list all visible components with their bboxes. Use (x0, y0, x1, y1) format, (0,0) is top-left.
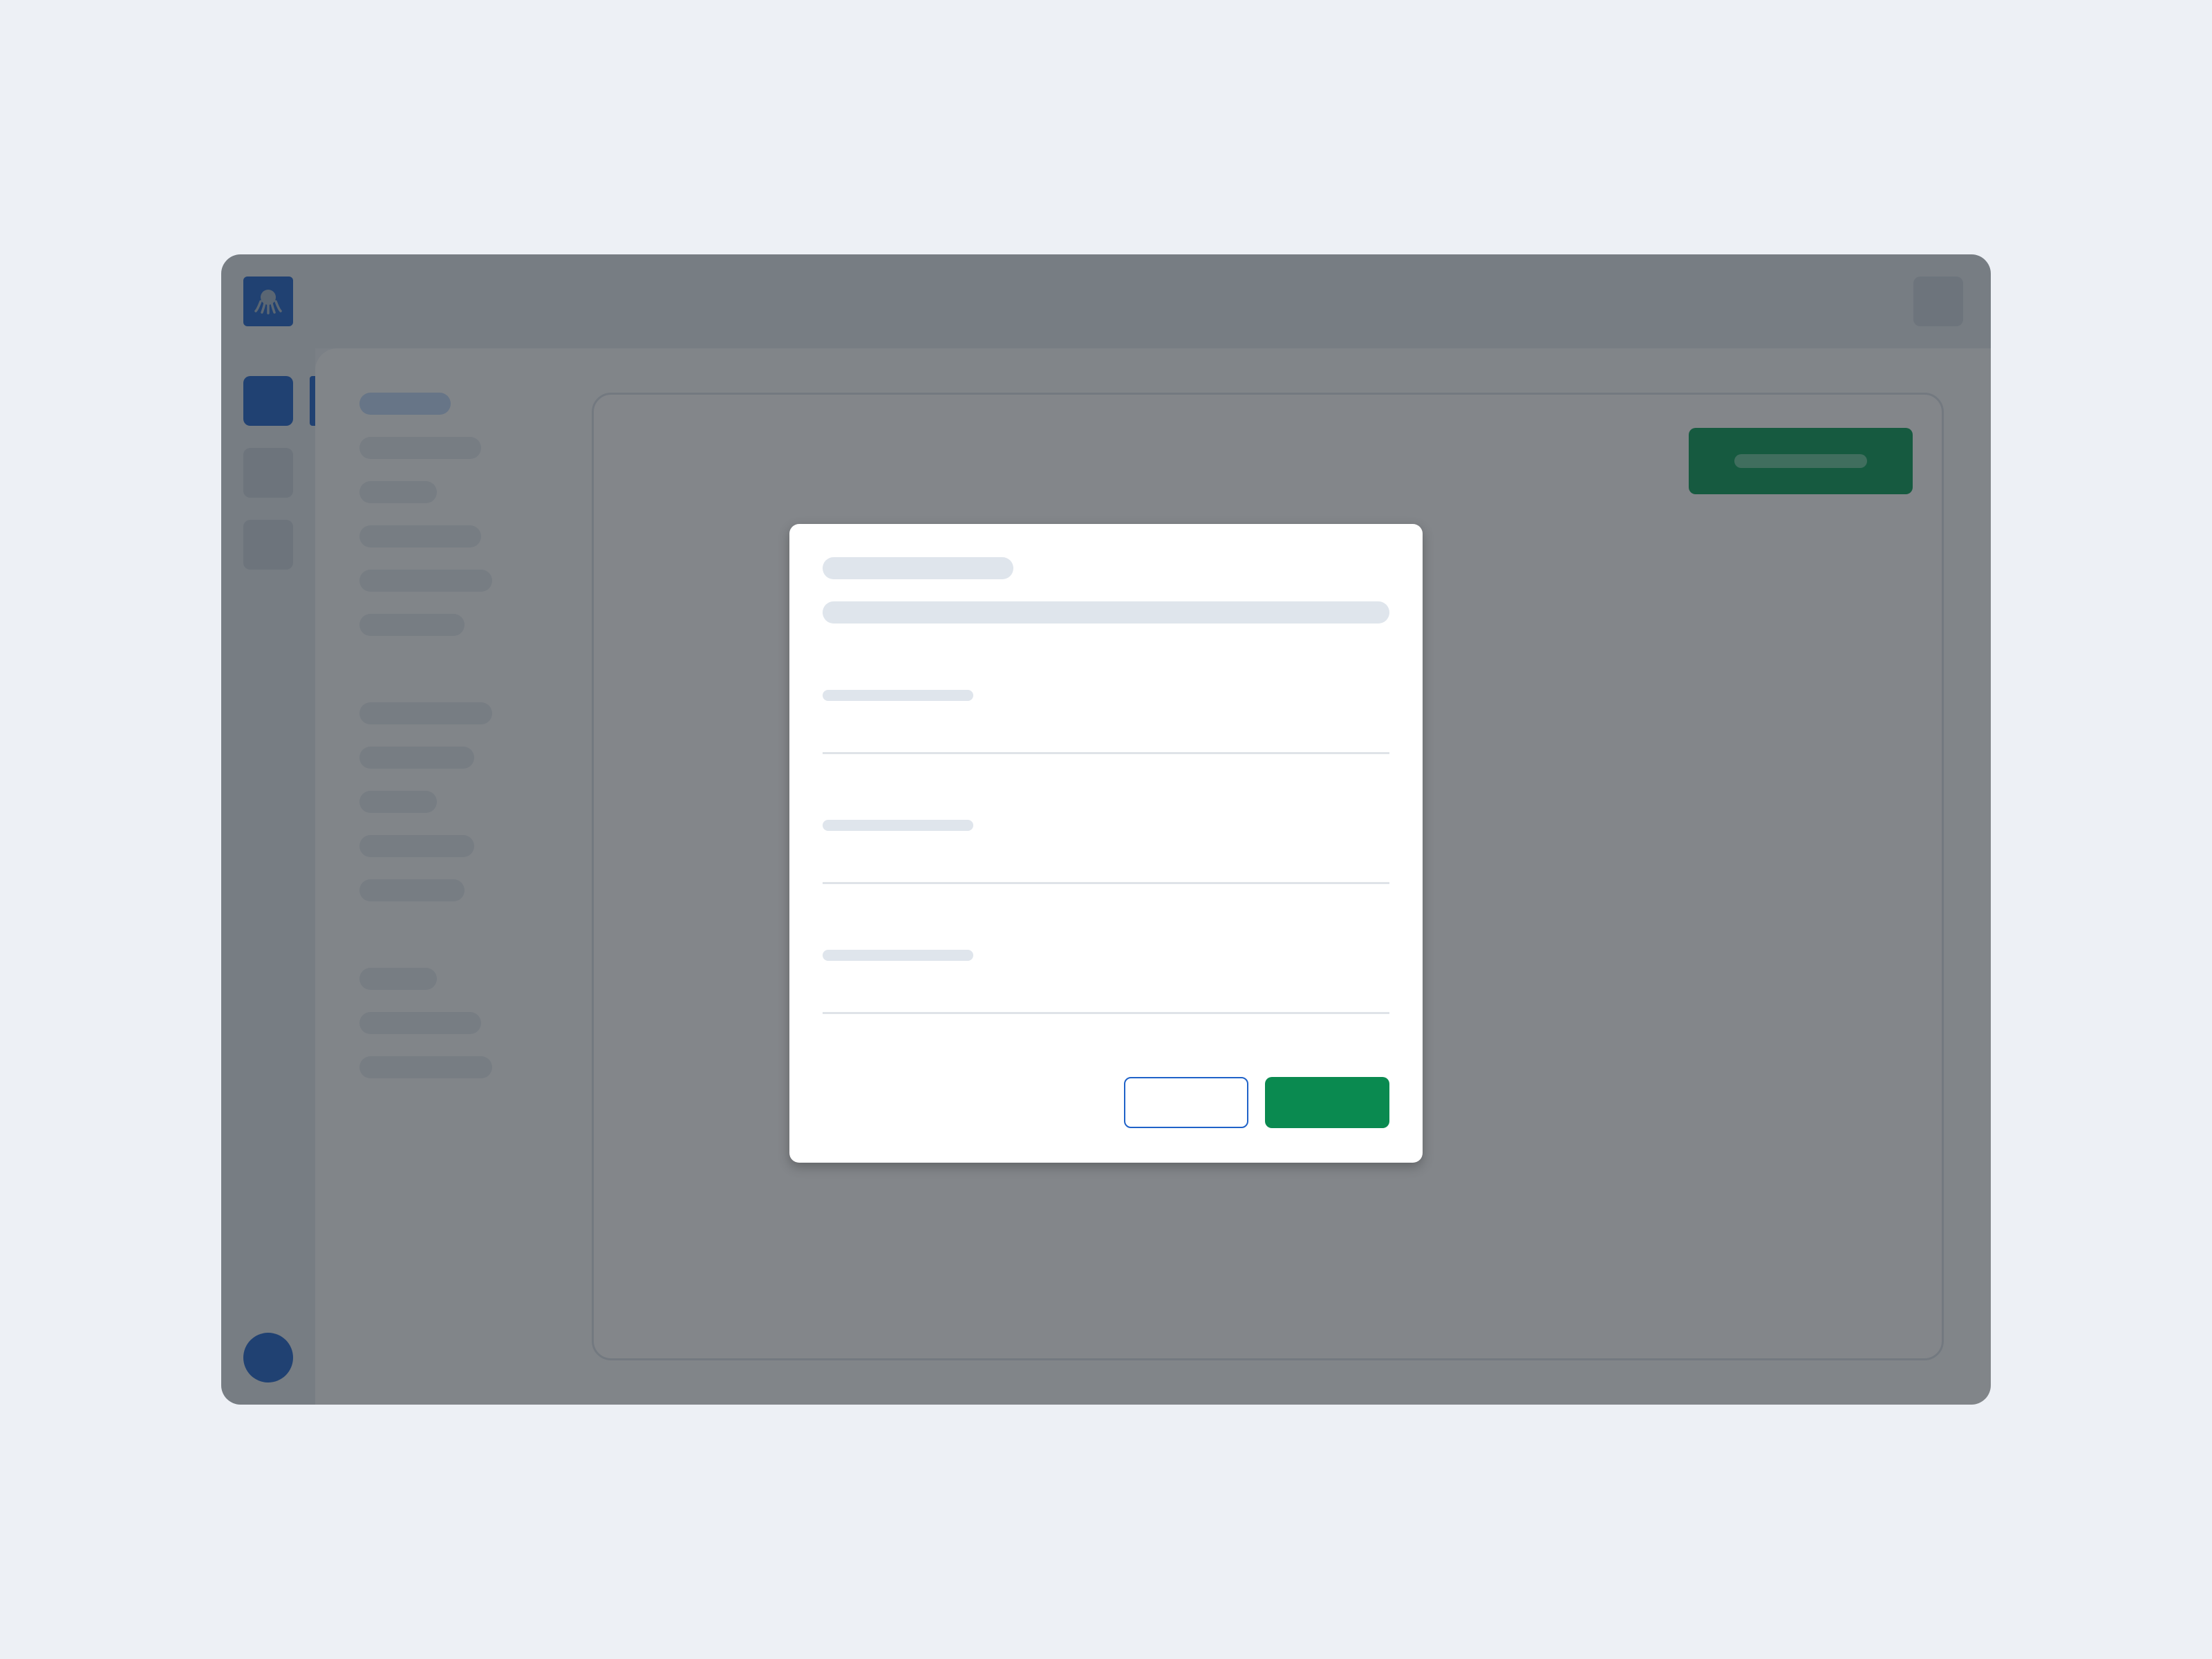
field-label-placeholder (823, 820, 973, 831)
field-input-underline[interactable] (823, 1012, 1389, 1014)
dialog-title-placeholder (823, 557, 1013, 579)
confirm-button[interactable] (1265, 1077, 1389, 1128)
field-input-underline[interactable] (823, 882, 1389, 884)
modal-dialog (789, 524, 1423, 1163)
field-label-placeholder (823, 950, 973, 961)
field-label-placeholder (823, 690, 973, 701)
dialog-description-placeholder (823, 601, 1389, 624)
field-input-underline[interactable] (823, 752, 1389, 754)
cancel-button[interactable] (1124, 1077, 1248, 1128)
